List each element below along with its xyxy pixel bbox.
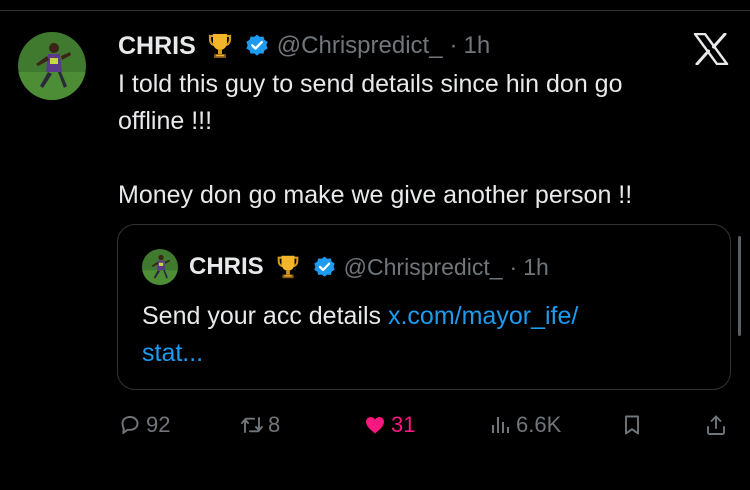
share-icon — [707, 415, 725, 435]
views-icon — [492, 417, 509, 433]
tweet-text-line: offline !!! — [118, 107, 213, 135]
tweet-header: CHRIS @Chrispredict_ · 1h — [118, 28, 490, 64]
tweet-text-line: I told this guy to send details since hi… — [118, 70, 623, 98]
x-logo-icon[interactable] — [693, 32, 729, 66]
like-count: 31 — [391, 412, 416, 437]
tweet-actions-bar: 92 8 31 6.6K — [118, 408, 730, 442]
author-avatar[interactable] — [18, 32, 86, 100]
tweet-time[interactable]: 1h — [464, 32, 491, 60]
author-name[interactable]: CHRIS — [118, 32, 196, 61]
repost-count: 8 — [268, 412, 281, 437]
quoted-text: Send your acc details — [142, 302, 388, 330]
repost-button[interactable]: 8 — [240, 408, 280, 442]
quoted-tweet-time: 1h — [523, 253, 549, 280]
tweet-text: I told this guy to send details since hi… — [118, 66, 718, 214]
trophy-icon — [274, 253, 302, 281]
heart-icon — [366, 417, 384, 434]
separator-dot: · — [449, 32, 458, 59]
bookmark-button[interactable] — [620, 408, 648, 442]
verified-badge-icon — [312, 255, 337, 280]
views-button[interactable]: 6.6K — [488, 408, 561, 442]
like-button[interactable]: 31 — [363, 408, 415, 442]
quoted-author-name: CHRIS — [189, 253, 264, 280]
avatar-image — [18, 32, 86, 100]
separator-dot: · — [509, 253, 518, 280]
quoted-link-continuation[interactable]: stat... — [142, 339, 203, 367]
quoted-tweet-header: CHRIS @Chrispredict_ · 1h — [142, 249, 549, 285]
author-handle[interactable]: @Chrispredict_ — [277, 32, 443, 60]
reply-button[interactable]: 92 — [118, 408, 170, 442]
verified-badge-icon[interactable] — [244, 33, 270, 59]
quoted-link[interactable]: x.com/mayor_ife/ — [388, 302, 578, 330]
quoted-author-avatar — [142, 249, 178, 285]
reply-count: 92 — [146, 412, 171, 437]
quoted-tweet-text: Send your acc details x.com/mayor_ife/ s… — [142, 298, 702, 372]
quoted-tweet-card[interactable]: CHRIS @Chrispredict_ · 1h Send your acc … — [117, 224, 731, 390]
tweet-text-line: Money don go make we give another person… — [118, 181, 633, 209]
quoted-author-handle: @Chrispredict_ — [343, 253, 503, 280]
scrollbar[interactable] — [738, 236, 741, 336]
trophy-icon — [205, 31, 235, 61]
reply-icon — [121, 416, 139, 434]
views-count: 6.6K — [516, 412, 562, 437]
top-divider — [0, 10, 750, 11]
share-button[interactable] — [704, 408, 732, 442]
bookmark-icon — [625, 415, 639, 435]
repost-icon — [241, 417, 263, 433]
